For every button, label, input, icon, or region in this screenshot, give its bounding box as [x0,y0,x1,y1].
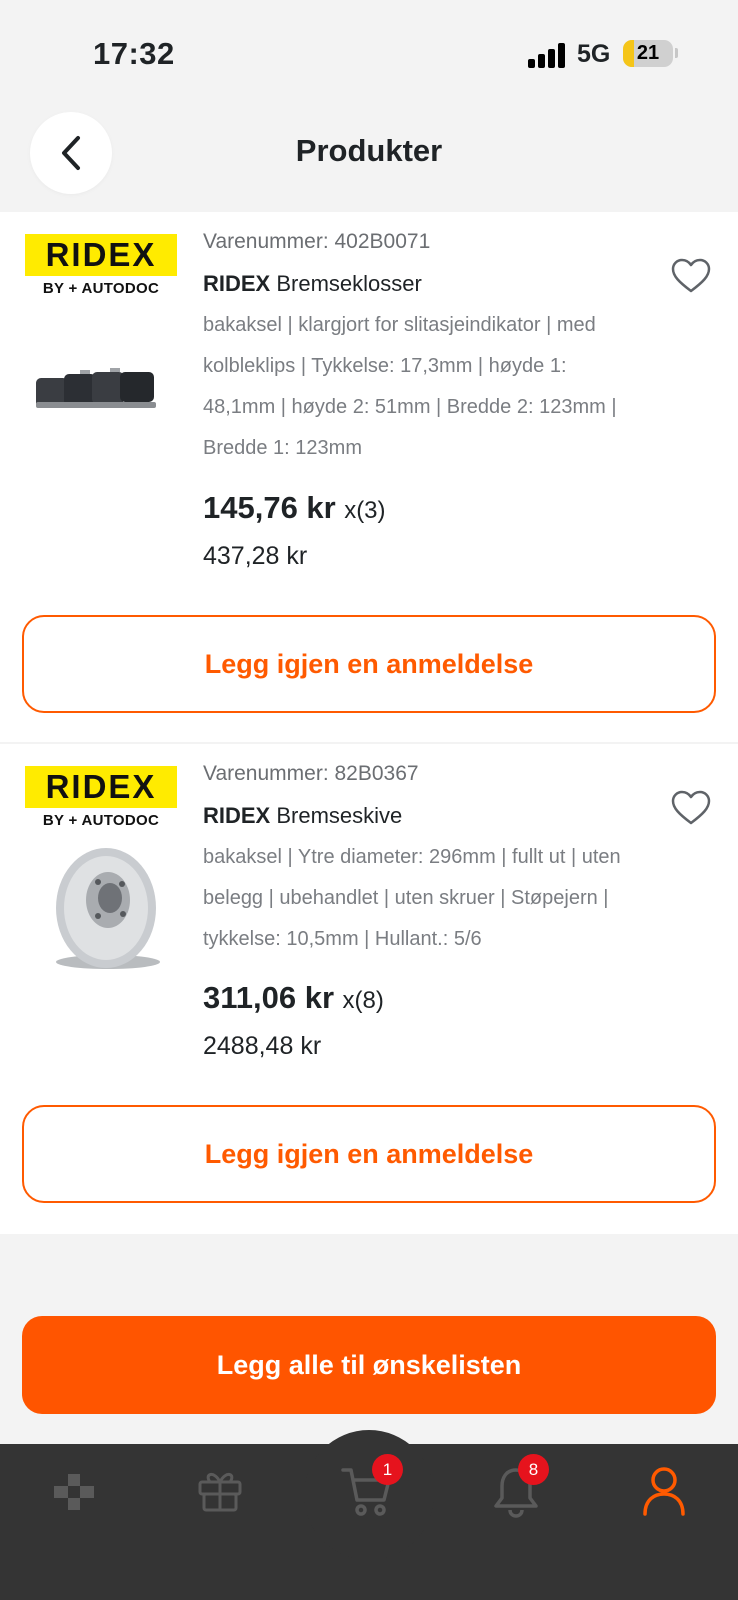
heart-icon[interactable] [671,790,711,826]
tab-catalog[interactable] [52,1472,96,1517]
brake-pads-image [36,368,156,408]
battery-icon: 21 [623,40,673,67]
status-time: 17:32 [93,36,175,71]
sku: Varenummer: 402B0071 [203,230,431,253]
header: Produkter [0,100,738,210]
brand-logo: RIDEX BY + AUTODOC [25,766,177,832]
total-price: 437,28 kr [203,542,308,570]
user-icon [643,1467,685,1516]
brake-disc-image [56,848,160,969]
page-title: Produkter [295,133,443,168]
review-button[interactable]: Legg igjen en anmeldelse [22,615,716,713]
notifications-badge: 8 [518,1454,549,1485]
status-bar: 17:32 5G 21 [0,0,738,100]
network-type: 5G [577,40,611,68]
price-line: 311,06 kr x(8) [203,980,384,1016]
quantity: x(3) [344,497,386,524]
unit-price: 311,06 kr [203,980,335,1015]
product-name[interactable]: RIDEX Bremseklosser [203,271,422,297]
total-price: 2488,48 kr [203,1032,322,1060]
battery-level: 21 [636,42,660,64]
brand-logo: RIDEX BY + AUTODOC [25,234,177,300]
gift-icon [198,1473,242,1512]
add-all-to-wishlist-button[interactable]: Legg alle til ønskelisten [22,1316,716,1414]
tab-profile[interactable] [642,1466,686,1521]
unit-price: 145,76 kr [203,490,336,525]
review-button[interactable]: Legg igjen en anmeldelse [22,1105,716,1203]
sku: Varenummer: 82B0367 [203,762,419,785]
product-description: bakaksel | Ytre diameter: 296mm | fullt … [203,846,621,950]
product-card: RIDEX BY + AUTODOC Varenummer: 82B0367 R… [0,744,738,1234]
parts-icon [54,1474,94,1510]
product-name[interactable]: RIDEX Bremseskive [203,803,402,829]
product-card: RIDEX BY + AUTODOC Varenummer: 402B0071 … [0,212,738,742]
product-description: bakaksel | klargjort for slitasjeindikat… [203,314,617,459]
tab-gifts[interactable] [196,1466,244,1519]
heart-icon[interactable] [671,258,711,294]
price-line: 145,76 kr x(3) [203,490,386,526]
signal-icon [528,42,568,68]
quantity: x(8) [342,987,384,1014]
cart-badge: 1 [372,1454,403,1485]
